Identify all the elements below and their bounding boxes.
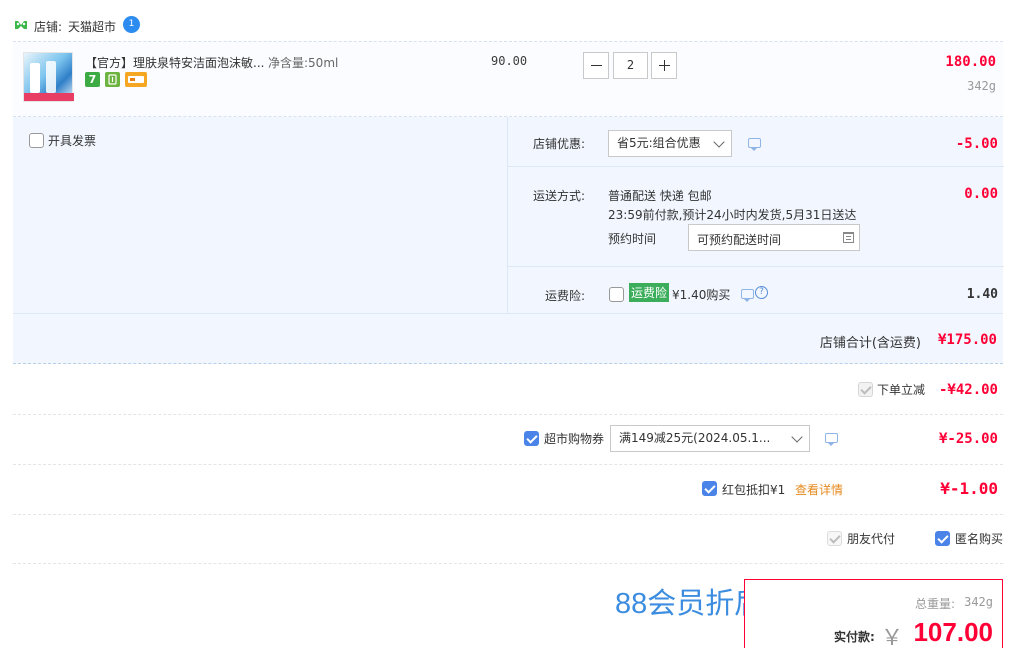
product-weight: 342g bbox=[967, 79, 996, 93]
chevron-down-icon bbox=[713, 136, 725, 148]
chevron-down-icon bbox=[791, 431, 803, 443]
message-icon[interactable] bbox=[825, 433, 838, 446]
store-name-link[interactable]: 天猫超市 bbox=[68, 18, 116, 35]
pay-currency: ￥ bbox=[881, 626, 904, 648]
supermarket-coupon-label: 超市购物券 bbox=[544, 432, 605, 446]
delivery-label: 运送方式: bbox=[533, 189, 586, 203]
help-icon[interactable]: ? bbox=[755, 286, 768, 299]
shipping-insurance-checkbox[interactable] bbox=[609, 287, 624, 302]
instant-discount-label: 下单立减 bbox=[877, 383, 926, 397]
customer-service-icon[interactable]: 1 bbox=[123, 16, 140, 33]
store-total-amount: ¥175.00 bbox=[937, 332, 997, 348]
shipping-insurance-amount: 1.40 bbox=[966, 287, 998, 302]
product-subtotal: 180.00 bbox=[945, 54, 996, 70]
instant-discount-amount: -¥42.00 bbox=[938, 382, 998, 398]
store-options-panel: 开具发票 店铺优惠: 省5元:组合优惠 -5.00 运送方式: 普通配送 快递 … bbox=[13, 117, 1004, 364]
schedule-time-placeholder: 可预约配送时间 bbox=[697, 233, 782, 247]
store-label: 店铺: bbox=[34, 20, 63, 34]
delivery-amount: 0.00 bbox=[964, 186, 998, 202]
divider bbox=[13, 464, 1003, 465]
total-weight: 342g bbox=[964, 595, 993, 609]
store-total-row: 店铺合计(含运费) ¥175.00 bbox=[13, 313, 1003, 363]
anonymous-label: 匿名购买 bbox=[955, 532, 1004, 546]
product-spec: 净含量:50ml bbox=[268, 56, 339, 70]
instant-discount-checkbox bbox=[858, 382, 873, 397]
shop-discount-amount: -5.00 bbox=[955, 136, 998, 152]
invoice-label: 开具发票 bbox=[48, 134, 97, 148]
payment-summary-box: 总重量: 342g 实付款: ￥ 107.00 bbox=[744, 579, 1003, 648]
shop-discount-row: 店铺优惠: 省5元:组合优惠 -5.00 bbox=[508, 117, 1004, 167]
delivery-eta: 23:59前付款,预计24小时内发货,5月31日送达 bbox=[608, 208, 857, 222]
red-packet-label: 红包抵扣¥1 bbox=[722, 483, 786, 497]
delivery-row: 运送方式: 普通配送 快递 包邮 23:59前付款,预计24小时内发货,5月31… bbox=[508, 167, 1004, 267]
calendar-icon[interactable] bbox=[843, 232, 854, 243]
divider bbox=[13, 414, 1003, 415]
shop-discount-label: 店铺优惠: bbox=[533, 137, 586, 151]
divider bbox=[13, 563, 1003, 564]
order-options-column: 店铺优惠: 省5元:组合优惠 -5.00 运送方式: 普通配送 快递 包邮 23… bbox=[507, 117, 1004, 313]
shop-discount-select-value: 省5元:组合优惠 bbox=[617, 136, 701, 150]
quantity-input[interactable]: 2 bbox=[613, 52, 648, 79]
supermarket-coupon-select[interactable]: 满149减25元(2024.05.1... bbox=[610, 425, 810, 452]
store-total-label: 店铺合计(含运费) bbox=[819, 336, 921, 351]
product-title-link[interactable]: 【官方】理肤泉特安洁面泡沫敏... bbox=[85, 54, 264, 71]
supermarket-coupon-amount: ¥-25.00 bbox=[938, 431, 998, 447]
divider bbox=[13, 514, 1003, 515]
shipping-insurance-label: 运费险: bbox=[545, 289, 586, 303]
message-icon[interactable] bbox=[748, 138, 761, 151]
invoice-checkbox[interactable] bbox=[29, 133, 44, 148]
pay-amount: 107.00 bbox=[913, 617, 993, 647]
guarantee-icon[interactable] bbox=[105, 72, 120, 87]
pay-label: 实付款: bbox=[834, 630, 875, 644]
supermarket-coupon-select-value: 满149减25元(2024.05.1... bbox=[619, 431, 771, 445]
seven-day-return-badge[interactable]: 7 bbox=[85, 72, 100, 87]
quantity-stepper: 2 bbox=[583, 52, 701, 79]
credit-card-icon[interactable] bbox=[125, 72, 147, 87]
delivery-method: 普通配送 快递 包邮 bbox=[608, 189, 712, 203]
friend-pay-label: 朋友代付 bbox=[847, 532, 896, 546]
quantity-decrease-button[interactable] bbox=[583, 52, 609, 79]
red-packet-checkbox[interactable] bbox=[702, 481, 717, 496]
friend-pay-checkbox bbox=[827, 531, 842, 546]
shipping-insurance-badge: 运费险 bbox=[629, 283, 670, 302]
product-unit-price: 90.00 bbox=[491, 54, 528, 68]
schedule-time-input[interactable]: 可预约配送时间 bbox=[688, 224, 860, 251]
shipping-insurance-price: ¥1.40购买 bbox=[672, 288, 731, 302]
supermarket-coupon-checkbox[interactable] bbox=[524, 431, 539, 446]
schedule-label: 预约时间 bbox=[608, 232, 657, 246]
total-weight-label: 总重量: bbox=[915, 597, 956, 611]
quantity-increase-button[interactable] bbox=[651, 52, 677, 79]
shop-discount-select[interactable]: 省5元:组合优惠 bbox=[608, 130, 732, 157]
anonymous-checkbox[interactable] bbox=[935, 531, 950, 546]
shipping-insurance-row: 运费险: 运费险 ¥1.40购买 ? 1.40 bbox=[508, 267, 1004, 313]
product-row: 【官方】理肤泉特安洁面泡沫敏... 净含量:50ml 7 90.00 2 180… bbox=[13, 41, 1003, 117]
tmall-icon bbox=[14, 18, 28, 32]
product-thumbnail[interactable] bbox=[23, 52, 74, 102]
red-packet-amount: ¥-1.00 bbox=[940, 479, 998, 498]
message-icon[interactable] bbox=[741, 289, 754, 302]
red-packet-details-link[interactable]: 查看详情 bbox=[795, 481, 843, 498]
